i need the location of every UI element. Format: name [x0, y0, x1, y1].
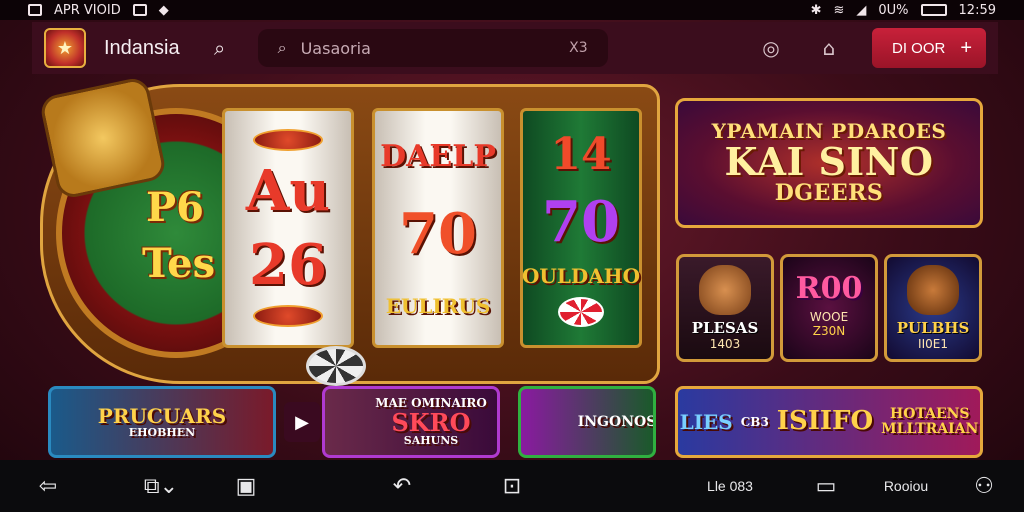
- poker-chip-icon: [558, 296, 604, 327]
- game-tile-title: INGONOS: [577, 413, 656, 430]
- navigation-bar: ⇦ ⧉⌄ ▣ ↶ ⊡ Lle 083 ▭ Rooiou ⚇: [0, 460, 1024, 512]
- nav-text-1[interactable]: Lle 083: [700, 460, 760, 512]
- game-tile-pirates[interactable]: PRUCUARS EHOBHEN: [48, 386, 276, 458]
- plus-icon: +: [960, 36, 972, 59]
- home-icon[interactable]: ⌂: [814, 36, 844, 60]
- app-screen: APR VIOID ◆ ✱ ≋ ◢ 0U% 12:59 ★ Indansia ⌕…: [0, 0, 1024, 512]
- wheel-label-top: P6: [146, 184, 204, 231]
- game-tile-lies[interactable]: LIES CB3 ISIIFO HOTAENS MLLTRAIAN: [675, 386, 983, 458]
- deposit-button[interactable]: DI OOR +: [872, 28, 986, 68]
- game-tile-text: LIES CB3 ISIIFO HOTAENS MLLTRAIAN: [680, 407, 979, 436]
- wifi-icon: ≋: [833, 2, 845, 18]
- status-left: APR VIOID ◆: [28, 3, 169, 18]
- game-tile-text: MAE OMINAIRO SKRO SAHUNS: [375, 397, 487, 446]
- carousel-next-button[interactable]: ▶: [284, 402, 320, 442]
- back-icon[interactable]: ⇦: [28, 460, 68, 512]
- search-clear-icon[interactable]: X3: [569, 40, 588, 56]
- game-tile-skro[interactable]: MAE OMINAIRO SKRO SAHUNS: [322, 386, 500, 458]
- reel-symbol-oval: [253, 128, 323, 151]
- search-icon[interactable]: ⌕: [208, 36, 232, 60]
- game-tile-label: WOOE: [809, 309, 849, 324]
- chevron-right-icon: ▶: [295, 411, 309, 433]
- globe-icon[interactable]: ◎: [756, 36, 786, 60]
- reel-2-symbol-bottom: EULIRUS: [385, 293, 491, 318]
- game-tile-bear[interactable]: PLESAS 1403: [676, 254, 774, 362]
- search-placeholder: Uasaoria: [300, 38, 371, 58]
- cast-icon[interactable]: ⧉⌄: [128, 460, 194, 512]
- game-tile-title: PRUCUARS: [97, 403, 227, 428]
- bluetooth-icon: ✱: [810, 2, 822, 18]
- profile-icon[interactable]: ⚇: [964, 460, 1004, 512]
- game-tile-right-2: MLLTRAIAN: [881, 421, 979, 437]
- notification-icon: [28, 4, 42, 16]
- reel-1-symbol-bottom: 26: [249, 231, 327, 298]
- game-tile-text: PRUCUARS EHOBHEN: [97, 403, 227, 439]
- game-tile-roo[interactable]: R00 WOOE Z30N: [780, 254, 878, 362]
- game-tile-big: ISIIFO: [776, 406, 874, 437]
- reel-3-symbol-top: 14: [550, 129, 612, 181]
- wheel-label-bottom: Tes: [142, 240, 216, 287]
- game-tile-subtitle: SAHUNS: [403, 434, 459, 448]
- game-tile-row: PLESAS 1403 R00 WOOE Z30N PULBHS II0E1: [676, 254, 982, 362]
- reel-2-symbol-mid: 70: [399, 200, 477, 267]
- game-tile-subtitle: EHOBHEN: [128, 425, 196, 439]
- game-tile-title: R00: [795, 270, 863, 306]
- battery-icon: [920, 4, 947, 16]
- app-header: ★ Indansia ⌕ ⌕ Uasaoria X3 ◎ ⌂ DI OOR +: [32, 22, 998, 74]
- promo-line-3: DGEERS: [774, 179, 884, 206]
- brand-name: Indansia: [104, 36, 180, 59]
- search-input[interactable]: ⌕ Uasaoria X3: [257, 29, 608, 67]
- game-tile-title: PLESAS: [691, 319, 759, 337]
- deposit-button-label: DI OOR: [892, 39, 946, 57]
- app-icon: [132, 4, 147, 16]
- game-tile-subtitle: 1403: [709, 337, 741, 351]
- window-icon[interactable]: ▭: [808, 460, 844, 512]
- signal-icon: ◢: [856, 2, 867, 18]
- bear-icon: [699, 265, 751, 315]
- bookmark-icon[interactable]: ▣: [228, 460, 264, 512]
- game-tile-title: LIES: [679, 409, 733, 434]
- game-tile-ingonos[interactable]: INGONOS: [518, 386, 656, 458]
- reel-symbol-oval: [253, 305, 323, 328]
- game-tile-right-1: HOTAENS: [890, 406, 970, 423]
- location-icon: ◆: [158, 2, 169, 18]
- reel-3-symbol-mid: 70: [542, 189, 620, 256]
- reel-3[interactable]: 14 70 OULDAHO: [520, 108, 642, 348]
- game-tile-dog[interactable]: PULBHS II0E1: [884, 254, 982, 362]
- status-bar: APR VIOID ◆ ✱ ≋ ◢ 0U% 12:59: [0, 0, 1024, 20]
- undo-icon[interactable]: ↶: [382, 460, 422, 512]
- status-right: ✱ ≋ ◢ 0U% 12:59: [811, 3, 996, 18]
- game-tile-badge: CB3: [740, 414, 769, 429]
- tabs-icon[interactable]: ⊡: [492, 460, 532, 512]
- search-field-icon: ⌕: [277, 38, 287, 57]
- app-logo[interactable]: ★: [44, 28, 86, 68]
- battery-percent: 0U%: [878, 2, 909, 18]
- reel-1-symbol-top: Au: [245, 158, 331, 225]
- reel-3-symbol-bottom: OULDAHO: [521, 263, 641, 288]
- game-tile-right-text: HOTAENS MLLTRAIAN: [881, 407, 978, 436]
- game-tile-title: PULBHS: [896, 319, 970, 337]
- game-tile-subtitle: II0E1: [918, 337, 948, 351]
- nav-text-2[interactable]: Rooiou: [876, 460, 936, 512]
- status-left-text: APR VIOID: [54, 2, 121, 18]
- reel-2-symbol-top: DAELP: [380, 138, 496, 174]
- promo-line-2: KAI SINO: [724, 139, 934, 184]
- game-tile-subtitle: Z30N: [812, 323, 846, 338]
- status-time: 12:59: [958, 2, 996, 18]
- casino-chip-icon: [306, 346, 366, 386]
- game-tile-big: SKRO: [391, 407, 471, 437]
- reel-2[interactable]: DAELP 70 EULIRUS: [372, 108, 504, 348]
- reel-1[interactable]: Au 26: [222, 108, 354, 348]
- dog-icon: [907, 265, 959, 315]
- promo-banner[interactable]: YPAMAIN PDAROES KAI SINO DGEERS: [675, 98, 983, 228]
